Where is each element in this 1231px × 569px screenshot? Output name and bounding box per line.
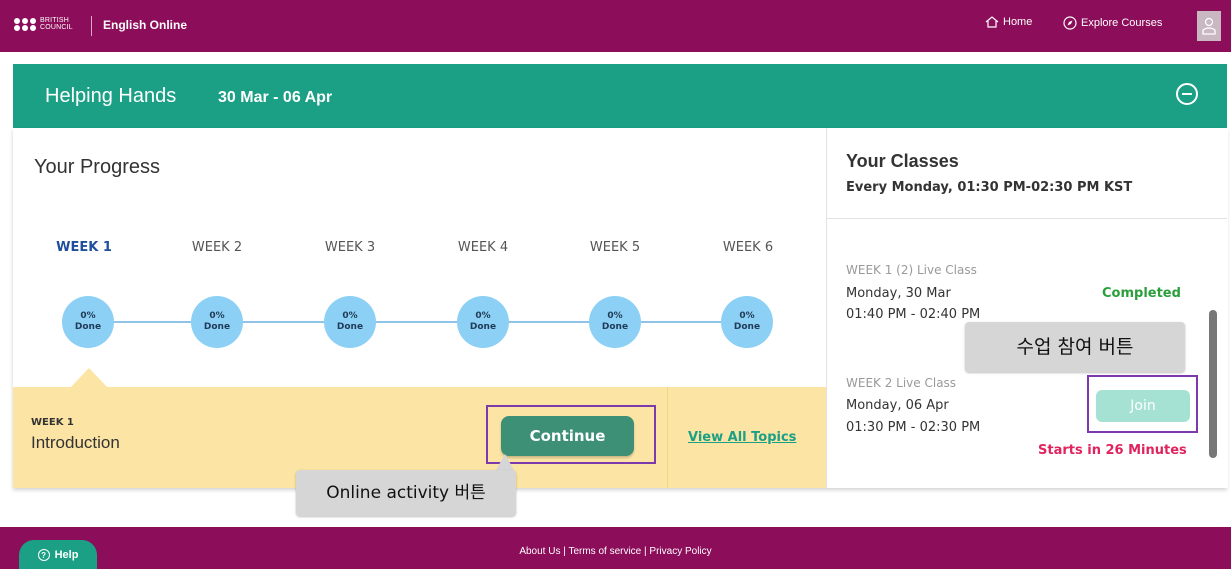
home-link[interactable]: Home	[985, 16, 1032, 28]
class-1-date: Monday, 30 Mar	[846, 286, 951, 301]
home-icon	[985, 16, 999, 28]
about-us-link[interactable]: About Us	[519, 546, 560, 557]
british-council-logo[interactable]: BRITISH COUNCIL	[14, 17, 73, 31]
logo-text: BRITISH COUNCIL	[40, 17, 73, 31]
week-progress-circle-4[interactable]: 0% Done	[457, 296, 509, 348]
week-progress-circle-1[interactable]: 0% Done	[62, 296, 114, 348]
week-progress-circle-5[interactable]: 0% Done	[589, 296, 641, 348]
week-progress-circle-6[interactable]: 0% Done	[721, 296, 773, 348]
home-label: Home	[1003, 16, 1033, 28]
class-2-date: Monday, 06 Apr	[846, 398, 949, 413]
app-name: English Online	[103, 18, 188, 32]
course-title: Helping Hands	[45, 85, 177, 107]
course-dates: 30 Mar - 06 Apr	[218, 89, 333, 106]
user-icon	[1202, 17, 1216, 35]
class-2-time: 01:30 PM - 02:30 PM	[846, 420, 981, 435]
week-tab-6[interactable]: WEEK 6	[708, 240, 788, 255]
course-header: Helping Hands 30 Mar - 06 Apr	[13, 64, 1227, 128]
footer-links: About Us | Terms of service | Privacy Po…	[0, 546, 1231, 557]
topic-divider	[667, 387, 668, 488]
view-all-topics-link[interactable]: View All Topics	[688, 430, 796, 445]
explore-courses-link[interactable]: Explore Courses	[1063, 16, 1162, 30]
compass-icon	[1063, 16, 1077, 30]
privacy-link[interactable]: Privacy Policy	[649, 546, 711, 557]
class-2-status: Starts in 26 Minutes	[1038, 443, 1187, 458]
week-tab-3[interactable]: WEEK 3	[310, 240, 390, 255]
classes-scrollbar[interactable]	[1209, 310, 1217, 458]
user-account-button[interactable]	[1197, 11, 1221, 41]
classes-header-divider	[826, 218, 1227, 219]
week-tab-2[interactable]: WEEK 2	[177, 240, 257, 255]
week-tab-1[interactable]: WEEK 1	[44, 240, 124, 255]
classes-schedule: Every Monday, 01:30 PM-02:30 PM KST	[846, 180, 1133, 195]
topic-week-label: WEEK 1	[31, 417, 74, 428]
terms-link[interactable]: Terms of service	[568, 546, 641, 557]
topic-name: Introduction	[31, 433, 120, 452]
logo-divider	[91, 16, 92, 36]
continue-callout: Online activity 버튼	[296, 470, 516, 516]
week-tab-5[interactable]: WEEK 5	[575, 240, 655, 255]
classes-title: Your Classes	[846, 151, 959, 171]
collapse-icon[interactable]	[1176, 83, 1198, 105]
logo-dots-icon	[14, 17, 36, 31]
week-tab-4[interactable]: WEEK 4	[443, 240, 523, 255]
week-progress-circle-2[interactable]: 0% Done	[191, 296, 243, 348]
class-1-time: 01:40 PM - 02:40 PM	[846, 307, 981, 322]
join-highlight-box	[1087, 375, 1198, 433]
class-2-label: WEEK 2 Live Class	[846, 376, 957, 390]
progress-connector-line	[88, 321, 752, 323]
progress-title: Your Progress	[34, 156, 160, 178]
join-callout: 수업 참여 버튼	[965, 322, 1185, 372]
class-1-label: WEEK 1 (2) Live Class	[846, 263, 977, 277]
explore-courses-label: Explore Courses	[1081, 17, 1163, 29]
continue-callout-tail	[496, 454, 514, 470]
class-1-status: Completed	[1102, 286, 1181, 301]
active-week-pointer	[71, 368, 107, 387]
week-progress-circle-3[interactable]: 0% Done	[324, 296, 376, 348]
